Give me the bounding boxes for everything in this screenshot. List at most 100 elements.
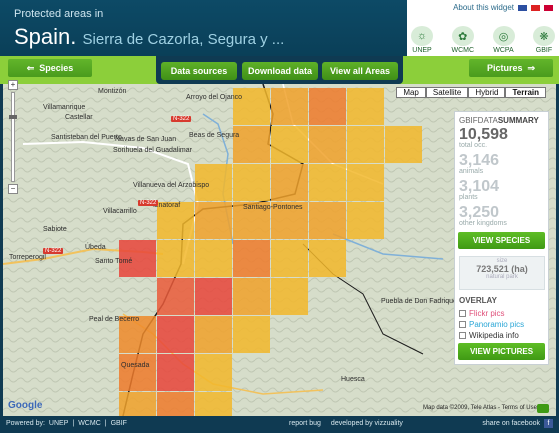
occurrence-cell[interactable]	[347, 88, 384, 125]
pictures-button[interactable]: Pictures ⇒	[469, 59, 553, 77]
download-data-button[interactable]: Download data	[242, 62, 318, 80]
species-button[interactable]: ⇐ Species	[8, 59, 92, 77]
occurrence-cell[interactable]	[347, 164, 384, 201]
occurrence-cell[interactable]	[233, 240, 270, 277]
flag-es-icon[interactable]	[531, 4, 540, 11]
occurrence-cell[interactable]	[347, 126, 384, 163]
stat-other: 3,250 other kingdoms	[459, 204, 507, 227]
occurrence-cell[interactable]	[195, 392, 232, 416]
report-bug-link[interactable]: report bug	[289, 420, 321, 427]
occurrence-cell[interactable]	[157, 316, 194, 353]
place-label: Torreperogil	[9, 254, 46, 261]
occurrence-cell[interactable]	[233, 316, 270, 353]
place-label: Villamanrique	[43, 104, 86, 111]
place-label: Santo Tomé	[95, 258, 133, 265]
developed-by-link[interactable]: developed by vizzuality	[331, 420, 403, 427]
country-name: Spain.	[14, 24, 77, 49]
place-label: Castellar	[65, 114, 93, 121]
wcpa-logo: ◎ WCPA	[492, 26, 515, 54]
share-facebook[interactable]: share on facebook f	[482, 419, 553, 428]
occurrence-cell[interactable]	[195, 316, 232, 353]
footer-gbif-link[interactable]: GBIF	[111, 420, 127, 427]
place-label: Santiago-Pontones	[243, 204, 303, 211]
occurrence-cell[interactable]	[385, 126, 422, 163]
zoom-slider-knob[interactable]	[9, 115, 17, 119]
fullscreen-icon[interactable]	[537, 404, 549, 413]
occurrence-cell[interactable]	[309, 164, 346, 201]
occurrence-cell[interactable]	[233, 164, 270, 201]
road-sign: N-322	[138, 200, 159, 206]
place-label: Villacarrillo	[103, 208, 137, 215]
wcmc-logo: ✿ WCMC	[451, 26, 474, 54]
occurrence-cell[interactable]	[309, 88, 346, 125]
occurrence-cell[interactable]	[195, 354, 232, 391]
occurrence-cell[interactable]	[157, 278, 194, 315]
view-all-areas-button[interactable]: View all Areas	[322, 62, 398, 80]
page-title: Spain. Sierra de Cazorla, Segura y ...	[14, 24, 284, 50]
partner-logos: About this widget ☼ UNEP ✿ WCMC ◎ WCPA ❋ GBI…	[407, 0, 559, 56]
flag-en-icon[interactable]	[518, 4, 527, 11]
place-label: Santisteban del Puerto	[51, 134, 122, 141]
occurrence-cell[interactable]	[347, 202, 384, 239]
area-size: size 723,521 (ha) natural park	[459, 256, 545, 290]
occurrence-cell[interactable]	[271, 278, 308, 315]
occurrence-cell[interactable]	[157, 354, 194, 391]
occurrence-cell[interactable]	[157, 392, 194, 416]
google-logo: Google	[8, 400, 43, 411]
stat-other-label: other kingdoms	[459, 220, 507, 227]
occurrence-cell[interactable]	[233, 278, 270, 315]
view-species-button[interactable]: VIEW SPECIES	[458, 232, 545, 249]
view-pictures-button[interactable]: VIEW PICTURES	[458, 343, 545, 360]
stat-total: 10,598 total occ.	[459, 126, 508, 149]
zoom-slider[interactable]	[9, 92, 17, 182]
powered-by: Powered by: UNEP | WCMC | GBIF	[6, 420, 127, 427]
footer-unep-link[interactable]: UNEP	[49, 420, 68, 427]
stat-animals: 3,146 animals	[459, 152, 499, 175]
map-type-satellite[interactable]: Satellite	[425, 87, 469, 98]
flag-other-icon[interactable]	[544, 4, 553, 11]
place-label: Sorihuela del Guadalimar	[113, 147, 192, 154]
road-sign: N-322	[171, 116, 192, 122]
area-size-value: 723,521 (ha)	[476, 264, 528, 274]
zoom-control: + −	[8, 80, 18, 194]
panoramio-checkbox[interactable]	[459, 321, 466, 328]
place-label: Navas de San Juan	[115, 136, 177, 143]
occurrence-cell[interactable]	[309, 240, 346, 277]
footer: Powered by: UNEP | WCMC | GBIF report bug …	[0, 416, 559, 433]
flickr-checkbox[interactable]	[459, 310, 466, 317]
occurrence-cell[interactable]	[271, 126, 308, 163]
overlay-flickr[interactable]: Flickr pics	[459, 309, 505, 318]
wikipedia-checkbox[interactable]	[459, 332, 466, 339]
overlay-panoramio[interactable]: Panoramio pics	[459, 320, 524, 329]
facebook-icon: f	[544, 419, 553, 428]
place-label: Villanueva del Arzobispo	[133, 182, 210, 189]
area-name: Sierra de Cazorla, Segura y ...	[82, 31, 285, 48]
overlay-wikipedia[interactable]: Wikipedia info	[459, 331, 519, 340]
occurrence-cell[interactable]	[119, 392, 156, 416]
place-label: Huesca	[341, 376, 365, 383]
stat-plants: 3,104 plants	[459, 178, 499, 201]
occurrence-cell[interactable]	[195, 240, 232, 277]
occurrence-cell[interactable]	[271, 240, 308, 277]
map-type-terrain[interactable]: Terrain	[505, 87, 546, 98]
occurrence-cell[interactable]	[119, 354, 156, 391]
place-label: Peal de Becerro	[89, 316, 140, 323]
data-sources-button[interactable]: Data sources	[161, 62, 237, 80]
map-type-map[interactable]: Map	[396, 87, 426, 98]
arrow-right-icon: ⇒	[527, 62, 536, 73]
overlay-title: OVERLAY	[459, 296, 497, 305]
occurrence-cell[interactable]	[157, 240, 194, 277]
map-type-hybrid[interactable]: Hybrid	[468, 87, 506, 98]
occurrence-cell[interactable]	[309, 202, 346, 239]
zoom-out-button[interactable]: −	[8, 184, 18, 194]
footer-wcmc-link[interactable]: WCMC	[78, 420, 101, 427]
occurrence-cell[interactable]	[195, 202, 232, 239]
unep-logo: ☼ UNEP	[411, 26, 433, 54]
occurrence-cell[interactable]	[195, 278, 232, 315]
occurrence-cell[interactable]	[271, 164, 308, 201]
occurrence-cell[interactable]	[309, 126, 346, 163]
about-widget-link[interactable]: About this widget	[453, 3, 514, 12]
occurrence-cell[interactable]	[271, 88, 308, 125]
zoom-in-button[interactable]: +	[8, 80, 18, 90]
place-label: Arroyo del Ojanco	[186, 94, 243, 101]
